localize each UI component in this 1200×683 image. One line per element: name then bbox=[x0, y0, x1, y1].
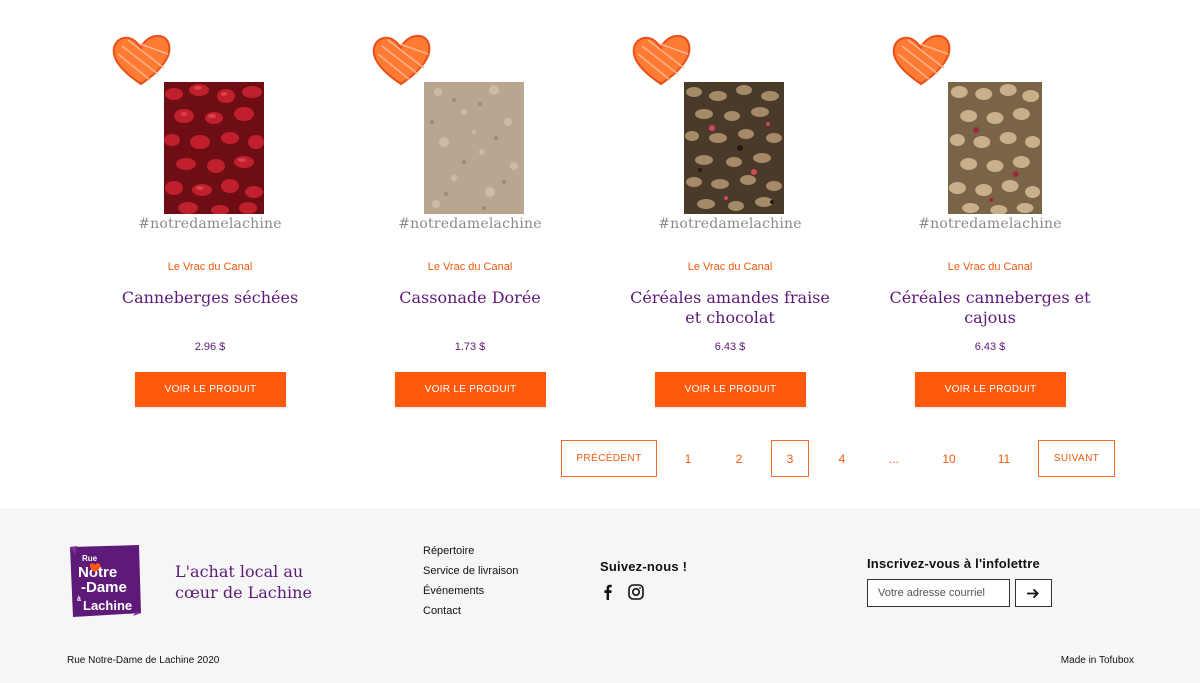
product-card: #notredamelachine Le Vrac du Canal Canne… bbox=[80, 30, 340, 420]
newsletter-section: Inscrivez-vous à l'infolettre bbox=[867, 556, 1052, 607]
svg-text:à: à bbox=[77, 596, 81, 603]
newsletter-email-input[interactable] bbox=[867, 579, 1010, 607]
product-hashtag: #notredamelachine bbox=[658, 216, 802, 232]
previous-page-button[interactable]: PRÉCÉDENT bbox=[561, 440, 657, 477]
footer-link-events[interactable]: Événements bbox=[423, 584, 518, 604]
site-footer: Rue Notre -Dame à Lachine L'achat local … bbox=[0, 508, 1200, 683]
view-product-button[interactable]: VOIR LE PRODUIT bbox=[915, 372, 1066, 407]
page-link[interactable]: 4 bbox=[823, 440, 861, 477]
view-product-button[interactable]: VOIR LE PRODUIT bbox=[655, 372, 806, 407]
product-name[interactable]: Céréales amandes fraise et chocolat bbox=[620, 288, 840, 328]
product-card: #notredamelachine Le Vrac du Canal Céréa… bbox=[600, 30, 860, 420]
product-price: 1.73 $ bbox=[454, 341, 486, 353]
product-vendor[interactable]: Le Vrac du Canal bbox=[340, 261, 600, 273]
heart-icon[interactable] bbox=[890, 32, 952, 88]
product-price: 6.43 $ bbox=[974, 341, 1006, 353]
product-card: #notredamelachine Le Vrac du Canal Céréa… bbox=[860, 30, 1120, 420]
view-product-button[interactable]: VOIR LE PRODUIT bbox=[395, 372, 546, 407]
product-image-granola-strawberry[interactable] bbox=[684, 82, 784, 214]
page-link[interactable]: 1 bbox=[669, 440, 707, 477]
site-logo[interactable]: Rue Notre -Dame à Lachine bbox=[67, 543, 143, 619]
product-price: 2.96 $ bbox=[194, 341, 226, 353]
product-image-brown-sugar[interactable] bbox=[424, 82, 524, 214]
social-title: Suivez-nous ! bbox=[600, 559, 688, 574]
footer-nav: Répertoire Service de livraison Événemen… bbox=[423, 544, 518, 624]
product-name[interactable]: Canneberges séchées bbox=[100, 288, 320, 308]
view-product-button[interactable]: VOIR LE PRODUIT bbox=[135, 372, 286, 407]
svg-text:Lachine: Lachine bbox=[83, 598, 132, 613]
made-in-credit[interactable]: Made in Tofubox bbox=[1061, 655, 1134, 666]
product-name[interactable]: Céréales canneberges et cajous bbox=[880, 288, 1100, 328]
footer-link-repertoire[interactable]: Répertoire bbox=[423, 544, 518, 564]
svg-text:-Dame: -Dame bbox=[81, 579, 127, 596]
page-link[interactable]: 2 bbox=[720, 440, 758, 477]
newsletter-title: Inscrivez-vous à l'infolettre bbox=[867, 556, 1040, 571]
page-link[interactable]: 10 bbox=[930, 440, 968, 477]
svg-text:Rue: Rue bbox=[82, 554, 98, 563]
product-image-granola-cranberry[interactable] bbox=[948, 82, 1042, 214]
product-hashtag: #notredamelachine bbox=[138, 216, 282, 232]
product-vendor[interactable]: Le Vrac du Canal bbox=[860, 261, 1120, 273]
facebook-icon[interactable] bbox=[600, 584, 616, 600]
next-page-button[interactable]: SUIVANT bbox=[1038, 440, 1115, 477]
page-link[interactable]: 11 bbox=[985, 440, 1023, 477]
footer-link-delivery[interactable]: Service de livraison bbox=[423, 564, 518, 584]
product-vendor[interactable]: Le Vrac du Canal bbox=[80, 261, 340, 273]
product-image-cranberries[interactable] bbox=[164, 82, 264, 214]
product-card: #notredamelachine Le Vrac du Canal Casso… bbox=[340, 30, 600, 420]
product-vendor[interactable]: Le Vrac du Canal bbox=[600, 261, 860, 273]
arrow-right-icon bbox=[1027, 588, 1039, 598]
product-name[interactable]: Cassonade Dorée bbox=[360, 288, 580, 308]
heart-icon[interactable] bbox=[110, 32, 172, 88]
newsletter-submit-button[interactable] bbox=[1015, 579, 1052, 607]
copyright-text: Rue Notre-Dame de Lachine 2020 bbox=[67, 655, 220, 666]
heart-icon[interactable] bbox=[370, 32, 432, 88]
product-hashtag: #notredamelachine bbox=[918, 216, 1062, 232]
product-grid: #notredamelachine Le Vrac du Canal Canne… bbox=[0, 0, 1200, 440]
footer-link-contact[interactable]: Contact bbox=[423, 604, 518, 624]
heart-icon[interactable] bbox=[630, 32, 692, 88]
page-ellipsis: ... bbox=[888, 451, 899, 466]
page-link-current[interactable]: 3 bbox=[771, 440, 809, 477]
instagram-icon[interactable] bbox=[628, 584, 644, 600]
social-section: Suivez-nous ! bbox=[600, 559, 687, 600]
footer-tagline: L'achat local au cœur de Lachine bbox=[175, 562, 312, 602]
product-price: 6.43 $ bbox=[714, 341, 746, 353]
product-hashtag: #notredamelachine bbox=[398, 216, 542, 232]
